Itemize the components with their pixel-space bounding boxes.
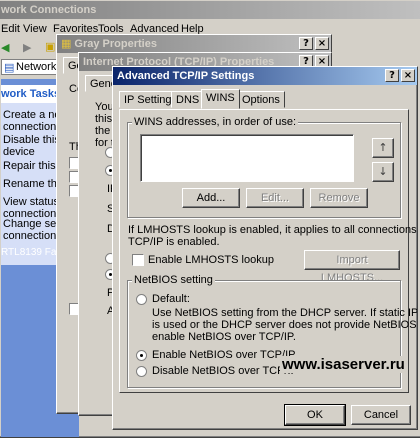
remove-button-label: Remove [318,192,360,204]
tab-dns[interactable]: DNS [171,91,205,108]
netbios-enable-radio[interactable] [136,350,147,361]
network-icon: ▤ [4,61,15,74]
move-up-button[interactable]: ↑ [372,138,394,158]
remove-button[interactable]: Remove [310,188,368,208]
netbios-disable-radio[interactable] [136,366,147,377]
tab-label: IP Settings [124,94,177,106]
import-lmhosts-button[interactable]: Import LMHOSTS... [304,250,400,284]
task-create-1[interactable]: Create a ne [3,109,60,121]
lmhosts-info-2: TCP/IP is enabled. [128,236,220,248]
tab-options[interactable]: Options [237,91,285,108]
tab-label: DNS [176,94,200,106]
intro-text-1: You [95,101,114,113]
enable-lmhosts-label[interactable]: Enable LMHOSTS lookup [148,254,274,266]
close-button[interactable]: × [315,37,329,50]
tab-wins[interactable]: WINS [201,89,240,109]
move-down-button[interactable]: ↓ [372,162,394,182]
intro-text-2: this [95,113,113,125]
lmhosts-info-1: If LMHOSTS lookup is enabled, it applies… [128,224,417,236]
wins-address-list[interactable] [140,134,354,182]
advanced-titlebar[interactable]: Advanced TCP/IP Settings ? × [113,67,417,85]
add-button[interactable]: Add... [182,188,240,208]
cancel-button[interactable]: Cancel [351,405,411,425]
watermark-text: www.isaserver.ru [280,356,407,373]
edit-button-label: Edit... [260,192,290,204]
network-connections-titlebar[interactable]: work Connections [0,1,420,19]
window-title: work Connections [1,4,97,16]
netbios-default-desc-3: enable NetBIOS over TCP/IP. [152,331,296,343]
enable-lmhosts-checkbox[interactable] [132,254,144,266]
advanced-tcpip-window: Advanced TCP/IP Settings ? × IP Settings… [112,66,418,430]
netbios-default-radio[interactable] [136,294,147,305]
back-icon[interactable]: ◀ [1,41,9,54]
close-button[interactable]: × [401,69,415,82]
netbios-enable-label[interactable]: Enable NetBIOS over TCP/IP [152,349,295,361]
menu-edit[interactable]: Edit [1,23,20,35]
task-change-2[interactable]: connection [3,230,56,242]
address-label: Network [16,61,57,73]
wins-tab-panel: WINS addresses, in order of use: ↑ ↓ Add… [119,109,417,393]
tab-strip: IP Settings DNS WINS Options [119,89,409,111]
ok-button[interactable]: OK [284,404,346,426]
intro-text-3: the [95,125,111,137]
window-title: Gray Properties [74,38,157,50]
network-icon: ▦ [61,37,72,50]
tasks-title: work Tasks [1,88,61,100]
add-button-label: Add... [196,192,226,204]
tab-label: WINS [206,92,235,104]
up-folder-icon[interactable]: ▣ [45,40,55,53]
tab-label: Options [242,94,280,106]
gray-properties-titlebar[interactable]: ▦ Gray Properties ? × [57,35,331,53]
help-button[interactable]: ? [299,37,313,50]
menu-view[interactable]: View [23,23,47,35]
netbios-default-desc-1: Use NetBIOS setting from the DHCP server… [152,307,418,319]
up-arrow-icon: ↑ [378,141,388,154]
netbios-disable-label[interactable]: Disable NetBIOS over TCP/IP [152,365,298,377]
ok-button-label: OK [307,409,323,421]
wins-group-label: WINS addresses, in order of use: [132,116,299,128]
down-arrow-icon: ↓ [378,165,388,178]
netbios-default-desc-2: is used or the DHCP server does not prov… [152,319,417,331]
help-button[interactable]: ? [385,69,399,82]
window-title: Advanced TCP/IP Settings [117,70,255,82]
task-create-2[interactable]: connection [3,121,56,133]
forward-icon[interactable]: ▶ [23,41,31,54]
task-disable-2[interactable]: device [3,146,35,158]
cancel-button-label: Cancel [363,409,399,421]
edit-button[interactable]: Edit... [246,188,304,208]
netbios-default-label[interactable]: Default: [152,293,190,305]
netbios-group-label: NetBIOS setting [132,274,215,286]
